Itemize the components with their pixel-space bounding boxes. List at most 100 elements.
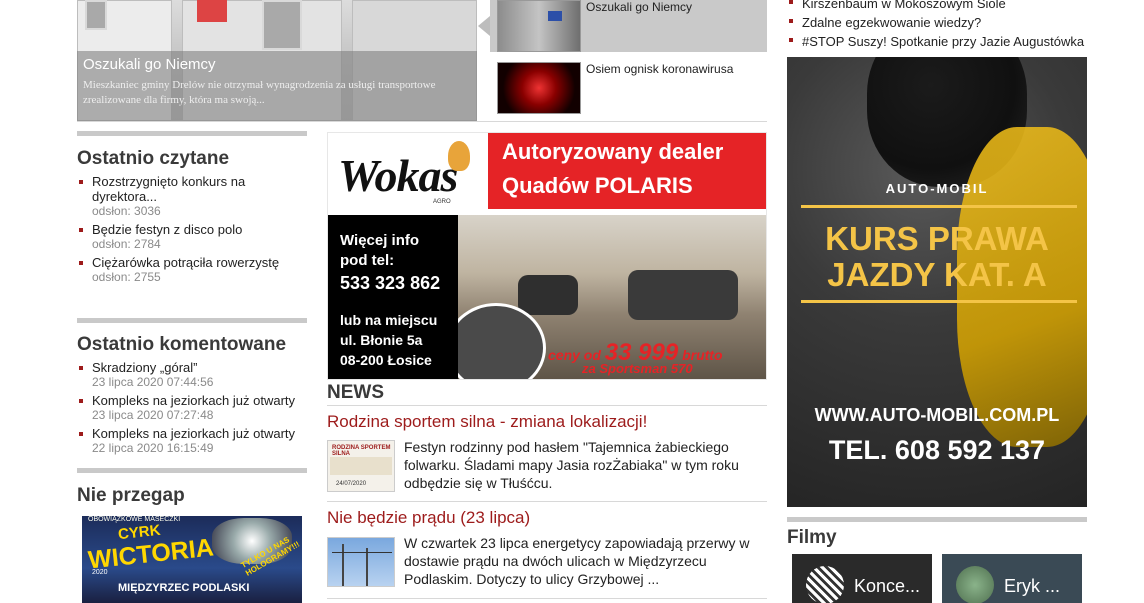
- auto-mobil-ad[interactable]: AUTO-MOBIL KURS PRAWA JAZDY KAT. A WWW.A…: [787, 57, 1087, 507]
- wokas-phone: 533 323 862: [340, 273, 441, 293]
- circus-poster[interactable]: OBOWIĄZKOWE MASECZKI CYRK WICTORIA TYLKO…: [82, 516, 302, 603]
- thumb-text-block: [330, 457, 392, 475]
- slider-main-description: Mieszkaniec gminy Drelów nie otrzymał wy…: [83, 79, 436, 106]
- list-item-title[interactable]: Zdalne egzekwowanie wiedzy?: [802, 15, 981, 30]
- wokas-info2: pod tel:: [340, 252, 395, 269]
- slider-list-item[interactable]: Osiem ognisk koronawirusa: [490, 60, 767, 118]
- film-title[interactable]: Konce...: [854, 576, 920, 597]
- wokas-model: za Sportsman 570: [582, 361, 693, 376]
- wokas-contact-box: Więcej info pod tel: 533 323 862 lub na …: [328, 215, 458, 379]
- film-title[interactable]: Eryk ...: [1004, 576, 1060, 597]
- auto-mobil-brand: AUTO-MOBIL: [885, 181, 989, 196]
- news-divider: [327, 501, 767, 502]
- slider-thumb-building: [497, 0, 581, 52]
- section-separator: [77, 131, 307, 136]
- wokas-loc1: lub na miejscu: [340, 312, 438, 328]
- quad-image: [518, 275, 578, 315]
- section-separator: [77, 468, 307, 473]
- list-item-title[interactable]: Kompleks na jeziorkach już otwarty: [92, 426, 295, 441]
- list-item[interactable]: Rozstrzygnięto konkurs na dyrektora... od…: [77, 174, 307, 219]
- slider-item-title[interactable]: Osiem ognisk koronawirusa: [586, 62, 733, 76]
- poster-year: 2020: [92, 569, 108, 576]
- auto-mobil-headline: KURS PRAWA JAZDY KAT. A: [787, 221, 1087, 293]
- list-item-title[interactable]: Kompleks na jeziorkach już otwarty: [92, 393, 295, 408]
- wokas-polaris-ad[interactable]: Wokas AGRO Autoryzowany dealer Quadów PO…: [327, 132, 767, 380]
- quad-image: [628, 270, 738, 320]
- poster-top-text: OBOWIĄZKOWE MASECZKI: [88, 516, 181, 523]
- list-item-title[interactable]: #STOP Suszy! Spotkanie przy Jazie August…: [802, 34, 1084, 49]
- wokas-logo: Wokas: [338, 150, 458, 201]
- list-item-date: 23 lipca 2020 07:44:56: [92, 375, 214, 389]
- blue-sign: [548, 11, 562, 21]
- film-avatar: [956, 566, 994, 603]
- red-sign-board: [197, 0, 227, 22]
- news-item-title[interactable]: Rodzina sportem silna - zmiana lokalizac…: [327, 412, 647, 432]
- list-item-views: odsłon: 2755: [92, 270, 161, 284]
- yellow-divider: [801, 205, 1077, 208]
- power-pylon: [342, 544, 344, 586]
- do-not-miss-heading: Nie przegap: [77, 485, 185, 506]
- thumb-date: 24/07/2020: [336, 481, 367, 487]
- list-item-title[interactable]: Kirszenbaum w Mokoszowym Siole: [802, 0, 1006, 11]
- headline-line2: JAZDY KAT. A: [827, 256, 1047, 293]
- section-separator: [77, 318, 307, 323]
- headline-line1: KURS PRAWA: [825, 220, 1049, 257]
- window: [262, 0, 302, 50]
- slider-thumb-virus: [497, 62, 581, 114]
- news-heading: NEWS: [327, 382, 384, 403]
- slider-pointer-arrow: [478, 16, 490, 36]
- list-item[interactable]: Skradziony „góral” 23 lipca 2020 07:44:56: [77, 360, 307, 390]
- yellow-divider: [801, 300, 1077, 303]
- list-item[interactable]: Będzie festyn z disco polo odsłon: 2784: [77, 222, 307, 252]
- list-item-title[interactable]: Ciężarówka potrąciła rowerzystę: [92, 255, 279, 270]
- list-item-views: odsłon: 3036: [92, 204, 161, 218]
- wokas-headline-box: Autoryzowany dealer Quadów POLARIS: [488, 133, 766, 209]
- recently-read-list: Rozstrzygnięto konkurs na dyrektora... od…: [77, 174, 307, 285]
- slider-main-title[interactable]: Oszukali go Niemcy: [83, 56, 471, 73]
- slider-list: Oszukali go Niemcy Osiem ognisk koronawi…: [490, 0, 767, 121]
- recently-read-heading: Ostatnio czytane: [77, 148, 230, 169]
- list-item-date: 22 lipca 2020 16:15:49: [92, 441, 214, 455]
- list-item-title[interactable]: Skradziony „góral”: [92, 360, 198, 375]
- film-item[interactable]: Eryk ...: [942, 554, 1082, 603]
- right-articles-list: Kirszenbaum w Mokoszowym Siole Zdalne eg…: [787, 0, 1097, 51]
- list-item[interactable]: Ciężarówka potrąciła rowerzystę odsłon: 2…: [77, 255, 307, 285]
- news-item-title[interactable]: Nie będzie prądu (23 lipca): [327, 508, 530, 528]
- power-line: [332, 552, 392, 553]
- list-item[interactable]: Kirszenbaum w Mokoszowym Siole: [787, 0, 1097, 13]
- news-item-text: W czwartek 23 lipca energetycy zapowiada…: [404, 535, 750, 587]
- wokas-headline1: Autoryzowany dealer: [502, 139, 724, 164]
- wokas-loc2: ul. Błonie 5a: [340, 332, 423, 348]
- news-divider: [327, 405, 767, 406]
- news-item-thumb[interactable]: [327, 537, 395, 587]
- recently-commented-heading: Ostatnio komentowane: [77, 334, 287, 355]
- wokas-logo-area: Wokas AGRO: [328, 133, 488, 215]
- power-pylon: [366, 548, 368, 586]
- list-item-title[interactable]: Będzie festyn z disco polo: [92, 222, 242, 237]
- window: [85, 0, 107, 30]
- film-item[interactable]: Konce...: [792, 554, 932, 603]
- film-avatar: [806, 566, 844, 603]
- news-item-thumb[interactable]: RODZINA SPORTEM SILNA 24/07/2020: [327, 440, 395, 492]
- slider-item-title[interactable]: Oszukali go Niemcy: [586, 0, 692, 14]
- list-item[interactable]: Kompleks na jeziorkach już otwarty 22 lip…: [77, 426, 307, 456]
- films-heading: Filmy: [787, 527, 837, 548]
- slider-bottom-border: [77, 121, 767, 122]
- wokas-loc3: 08-200 Łosice: [340, 352, 432, 368]
- auto-mobil-phone: TEL. 608 592 137: [828, 435, 1046, 465]
- list-item-title[interactable]: Rozstrzygnięto konkurs na dyrektora...: [92, 174, 245, 204]
- list-item[interactable]: Kompleks na jeziorkach już otwarty 23 lip…: [77, 393, 307, 423]
- slider-caption[interactable]: Oszukali go Niemcy Mieszkaniec gminy Dre…: [77, 51, 477, 121]
- news-item-text: Festyn rodzinny pod hasłem "Tajemnica ża…: [404, 439, 739, 491]
- wokas-agro-label: AGRO: [433, 199, 451, 205]
- recently-commented-list: Skradziony „góral” 23 lipca 2020 07:44:56…: [77, 360, 307, 456]
- auto-mobil-www: WWW.AUTO-MOBIL.COM.PL: [814, 405, 1060, 425]
- news-divider: [327, 598, 767, 599]
- slider-list-item[interactable]: Oszukali go Niemcy: [490, 0, 767, 52]
- wokas-headline2: Quadów POLARIS: [502, 173, 693, 198]
- list-item[interactable]: #STOP Suszy! Spotkanie przy Jazie August…: [787, 32, 1097, 51]
- list-item[interactable]: Zdalne egzekwowanie wiedzy?: [787, 13, 1097, 32]
- list-item-views: odsłon: 2784: [92, 237, 161, 251]
- list-item-date: 23 lipca 2020 07:27:48: [92, 408, 214, 422]
- thumb-title: RODZINA SPORTEM SILNA: [332, 445, 391, 457]
